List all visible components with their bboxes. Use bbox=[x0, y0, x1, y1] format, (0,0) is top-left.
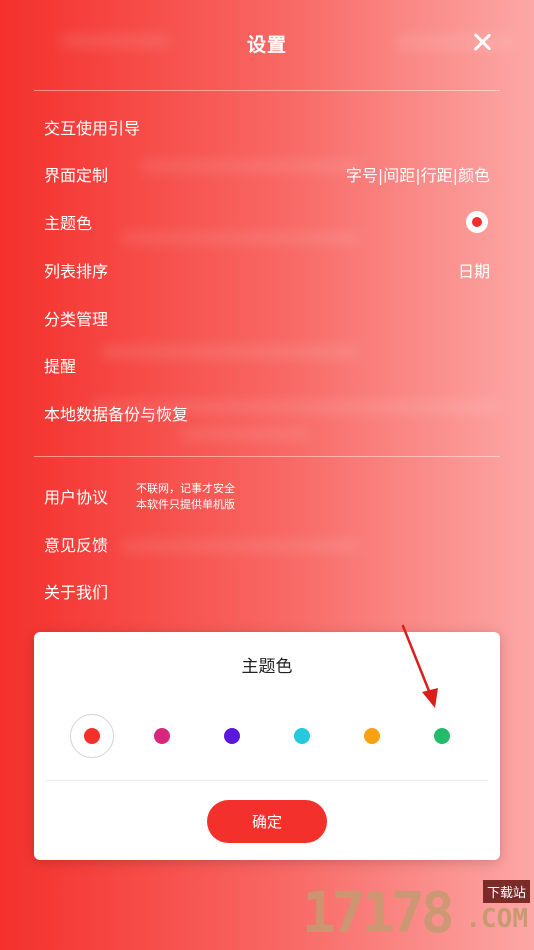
setting-category[interactable]: 分类管理 bbox=[44, 301, 490, 335]
dialog-divider bbox=[46, 780, 488, 781]
divider bbox=[34, 90, 500, 91]
confirm-button[interactable]: 确定 bbox=[207, 800, 327, 843]
setting-ui-custom-label: 界面定制 bbox=[44, 166, 109, 185]
setting-theme-color[interactable]: 主题色 bbox=[44, 205, 490, 239]
color-dot bbox=[364, 728, 380, 744]
color-dot bbox=[294, 728, 310, 744]
theme-color-swatch-3[interactable] bbox=[210, 714, 254, 758]
setting-user-agreement[interactable]: 用户协议 bbox=[44, 479, 490, 513]
color-dot bbox=[84, 728, 100, 744]
setting-feedback[interactable]: 意见反馈 bbox=[44, 527, 490, 561]
watermark-logo: 17178 下载站 .COM bbox=[302, 880, 530, 946]
theme-color-swatch-4[interactable] bbox=[280, 714, 324, 758]
setting-user-agreement-label: 用户协议 bbox=[44, 488, 109, 507]
theme-color-swatch-5[interactable] bbox=[350, 714, 394, 758]
setting-ui-custom[interactable]: 界面定制 字号|间距|行距|颜色 bbox=[44, 157, 490, 191]
close-icon[interactable] bbox=[470, 30, 494, 54]
offline-note-line1: 不联网，记事才安全 bbox=[136, 482, 235, 495]
setting-reminder-label: 提醒 bbox=[44, 357, 77, 376]
setting-guide-label: 交互使用引导 bbox=[44, 119, 141, 138]
setting-ui-custom-value: 字号|间距|行距|颜色 bbox=[345, 166, 490, 185]
theme-color-indicator[interactable] bbox=[466, 211, 488, 233]
setting-about-label: 关于我们 bbox=[44, 583, 109, 602]
watermark-domain: .COM bbox=[465, 904, 528, 934]
color-dot bbox=[224, 728, 240, 744]
setting-backup-label: 本地数据备份与恢复 bbox=[44, 405, 189, 424]
watermark-tag: 下载站 bbox=[482, 880, 530, 903]
setting-reminder[interactable]: 提醒 bbox=[44, 348, 490, 382]
page-title: 设置 bbox=[246, 34, 287, 56]
offline-note: 不联网，记事才安全 本软件只提供单机版 bbox=[136, 481, 235, 513]
setting-guide[interactable]: 交互使用引导 bbox=[44, 110, 490, 144]
setting-about[interactable]: 关于我们 bbox=[44, 574, 490, 608]
watermark-number: 17178 bbox=[302, 881, 455, 946]
setting-list-sort-label: 列表排序 bbox=[44, 262, 109, 281]
color-dot bbox=[154, 728, 170, 744]
header: 设置 bbox=[0, 0, 534, 90]
setting-feedback-label: 意见反馈 bbox=[44, 536, 109, 555]
theme-color-swatch-2[interactable] bbox=[140, 714, 184, 758]
theme-color-swatch-6[interactable] bbox=[420, 714, 464, 758]
setting-list-sort-value: 日期 bbox=[457, 262, 490, 281]
setting-category-label: 分类管理 bbox=[44, 310, 109, 329]
offline-note-line2: 本软件只提供单机版 bbox=[136, 498, 235, 511]
setting-theme-color-label: 主题色 bbox=[44, 214, 93, 233]
setting-backup[interactable]: 本地数据备份与恢复 bbox=[44, 396, 490, 430]
theme-color-swatch-1[interactable] bbox=[70, 714, 114, 758]
setting-list-sort[interactable]: 列表排序 日期 bbox=[44, 253, 490, 287]
color-dot bbox=[434, 728, 450, 744]
annotation-arrow-icon bbox=[401, 624, 438, 708]
divider bbox=[34, 456, 500, 457]
